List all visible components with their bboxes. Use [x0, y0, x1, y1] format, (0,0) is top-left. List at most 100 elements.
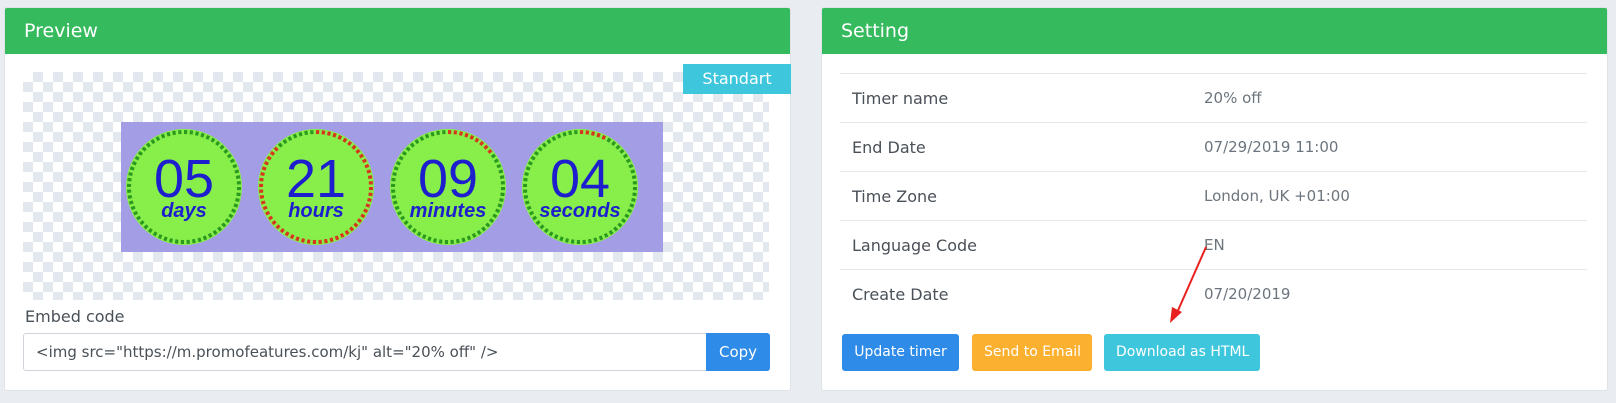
timer-ring-dash: [495, 208, 501, 214]
timer-ring-dash: [588, 238, 592, 244]
timer-ring-dash: [141, 146, 147, 152]
timer-ring-dash: [210, 137, 216, 143]
timer-ring-dash: [401, 150, 407, 156]
timer-ring-dash: [606, 137, 612, 143]
template-badge[interactable]: Standart: [683, 64, 791, 94]
timer-ring-dash: [424, 133, 430, 139]
embed-code-label: Embed code: [25, 307, 125, 326]
timer-ring-dash: [351, 144, 357, 150]
timer-ring-dash: [529, 210, 535, 216]
timer-ring-dash: [631, 198, 636, 203]
timer-ring-dash: [533, 150, 539, 156]
timer-ring-dash: [471, 232, 477, 238]
download-html-button[interactable]: Download as HTML: [1104, 334, 1260, 371]
timer-ring-dash: [393, 166, 399, 171]
copy-button[interactable]: Copy: [706, 333, 770, 371]
timer-ring-dash: [324, 238, 328, 244]
setting-header: Setting: [822, 8, 1607, 54]
timer-ring-dash: [459, 131, 464, 136]
timer-ring-dash: [593, 237, 598, 243]
timer-ring-dash: [360, 213, 366, 219]
timer-ring-dash: [212, 229, 218, 235]
timer-ring-dash: [367, 198, 372, 203]
timer-ring-dash: [398, 155, 404, 161]
timer-ring-dash: [329, 237, 334, 243]
timer-ring-dash: [391, 195, 397, 199]
timer-ring-dash: [496, 163, 502, 169]
timer-ring-dash: [476, 229, 482, 235]
timer-ring-dash: [546, 139, 552, 145]
timer-ring-dash: [625, 158, 631, 164]
timer-ring-dash: [133, 210, 139, 216]
timer-ring-dash: [613, 226, 619, 232]
annotation-arrow-icon: [1170, 246, 1207, 323]
timer-ring-dash: [405, 146, 411, 152]
send-to-email-button[interactable]: Send to Email: [972, 334, 1092, 371]
timer-ring-dash: [129, 166, 135, 171]
timer-ring-dash: [215, 140, 221, 146]
timer-ring-dash: [523, 195, 529, 199]
timer-ring-dash: [617, 222, 623, 228]
timer-ring-dash: [407, 224, 413, 230]
countdown-timer-image: 05 days 21 hours 09 minutes 04 seconds: [121, 122, 663, 252]
timer-ring-dash: [147, 228, 153, 234]
timer-ring-dash: [559, 236, 564, 242]
timer-ring-dash: [489, 218, 495, 224]
timer-ring-dash: [197, 237, 202, 243]
timer-ring-dash: [136, 215, 142, 221]
update-timer-button[interactable]: Update timer: [842, 334, 959, 371]
timer-ring-dash: [157, 234, 163, 240]
timer-ring-dash: [525, 166, 531, 171]
timer-ring-dash: [611, 140, 617, 146]
timer-ring-dash: [131, 160, 137, 166]
timer-ring-dash: [128, 200, 134, 205]
timer-ring-dash: [265, 210, 271, 216]
timer-ring-dash: [160, 133, 166, 139]
timer-ring-dash: [630, 169, 636, 174]
timer-ring-dash: [464, 132, 469, 138]
timer-ring-dash: [262, 205, 268, 211]
timer-ring-dash: [537, 146, 543, 152]
timer-unit-label: hours: [288, 200, 344, 222]
timer-ring-dash: [332, 132, 337, 138]
timer-ring-dash: [260, 200, 266, 205]
timer-unit-hours: 21hours: [258, 129, 374, 245]
timer-ring-dash: [367, 175, 373, 179]
timer-ring-dash: [591, 131, 596, 136]
timer-ring-dash: [357, 218, 363, 224]
timer-ring-dash: [273, 146, 279, 152]
timer-ring-dash: [497, 203, 503, 208]
settings-key: Timer name: [852, 88, 949, 108]
timer-ring-dash: [631, 175, 637, 179]
timer-ring-dash: [466, 235, 472, 241]
timer-ring-dash: [469, 134, 475, 140]
timer-ring-dash: [347, 140, 353, 146]
timer-ring-dash: [361, 158, 367, 164]
timer-ring-dash: [327, 131, 332, 136]
timer-ring-dash: [608, 229, 614, 235]
timer-unit-label: seconds: [539, 200, 620, 222]
timer-ring-dash: [461, 237, 466, 243]
timer-ring-dash: [427, 236, 432, 242]
timer-ring-dash: [284, 231, 290, 237]
timer-ring-dash: [155, 136, 161, 142]
timer-ring-dash: [355, 148, 361, 154]
settings-value: London, UK +01:00: [1204, 187, 1350, 205]
timer-ring-dash: [499, 175, 505, 179]
timer-ring-dash: [219, 144, 225, 150]
settings-value: 07/29/2019 11:00: [1204, 138, 1339, 156]
timer-ring-dash: [419, 136, 425, 142]
timer-ring-dash: [539, 224, 545, 230]
timer-ring-dash: [217, 226, 223, 232]
timer-ring-dash: [334, 235, 340, 241]
timer-ring-dash: [232, 163, 238, 169]
timer-ring-dash: [130, 205, 136, 211]
timer-unit-label: days: [161, 200, 207, 222]
timer-ring-dash: [541, 142, 547, 148]
timer-ring-dash: [168, 238, 173, 243]
embed-code-input[interactable]: <img src="https://m.promofeatures.com/kj…: [23, 333, 706, 371]
timer-ring-dash: [228, 213, 234, 219]
timer-ring-dash: [568, 130, 572, 136]
timer-ring-dash: [275, 224, 281, 230]
timer-ring-dash: [414, 139, 420, 145]
